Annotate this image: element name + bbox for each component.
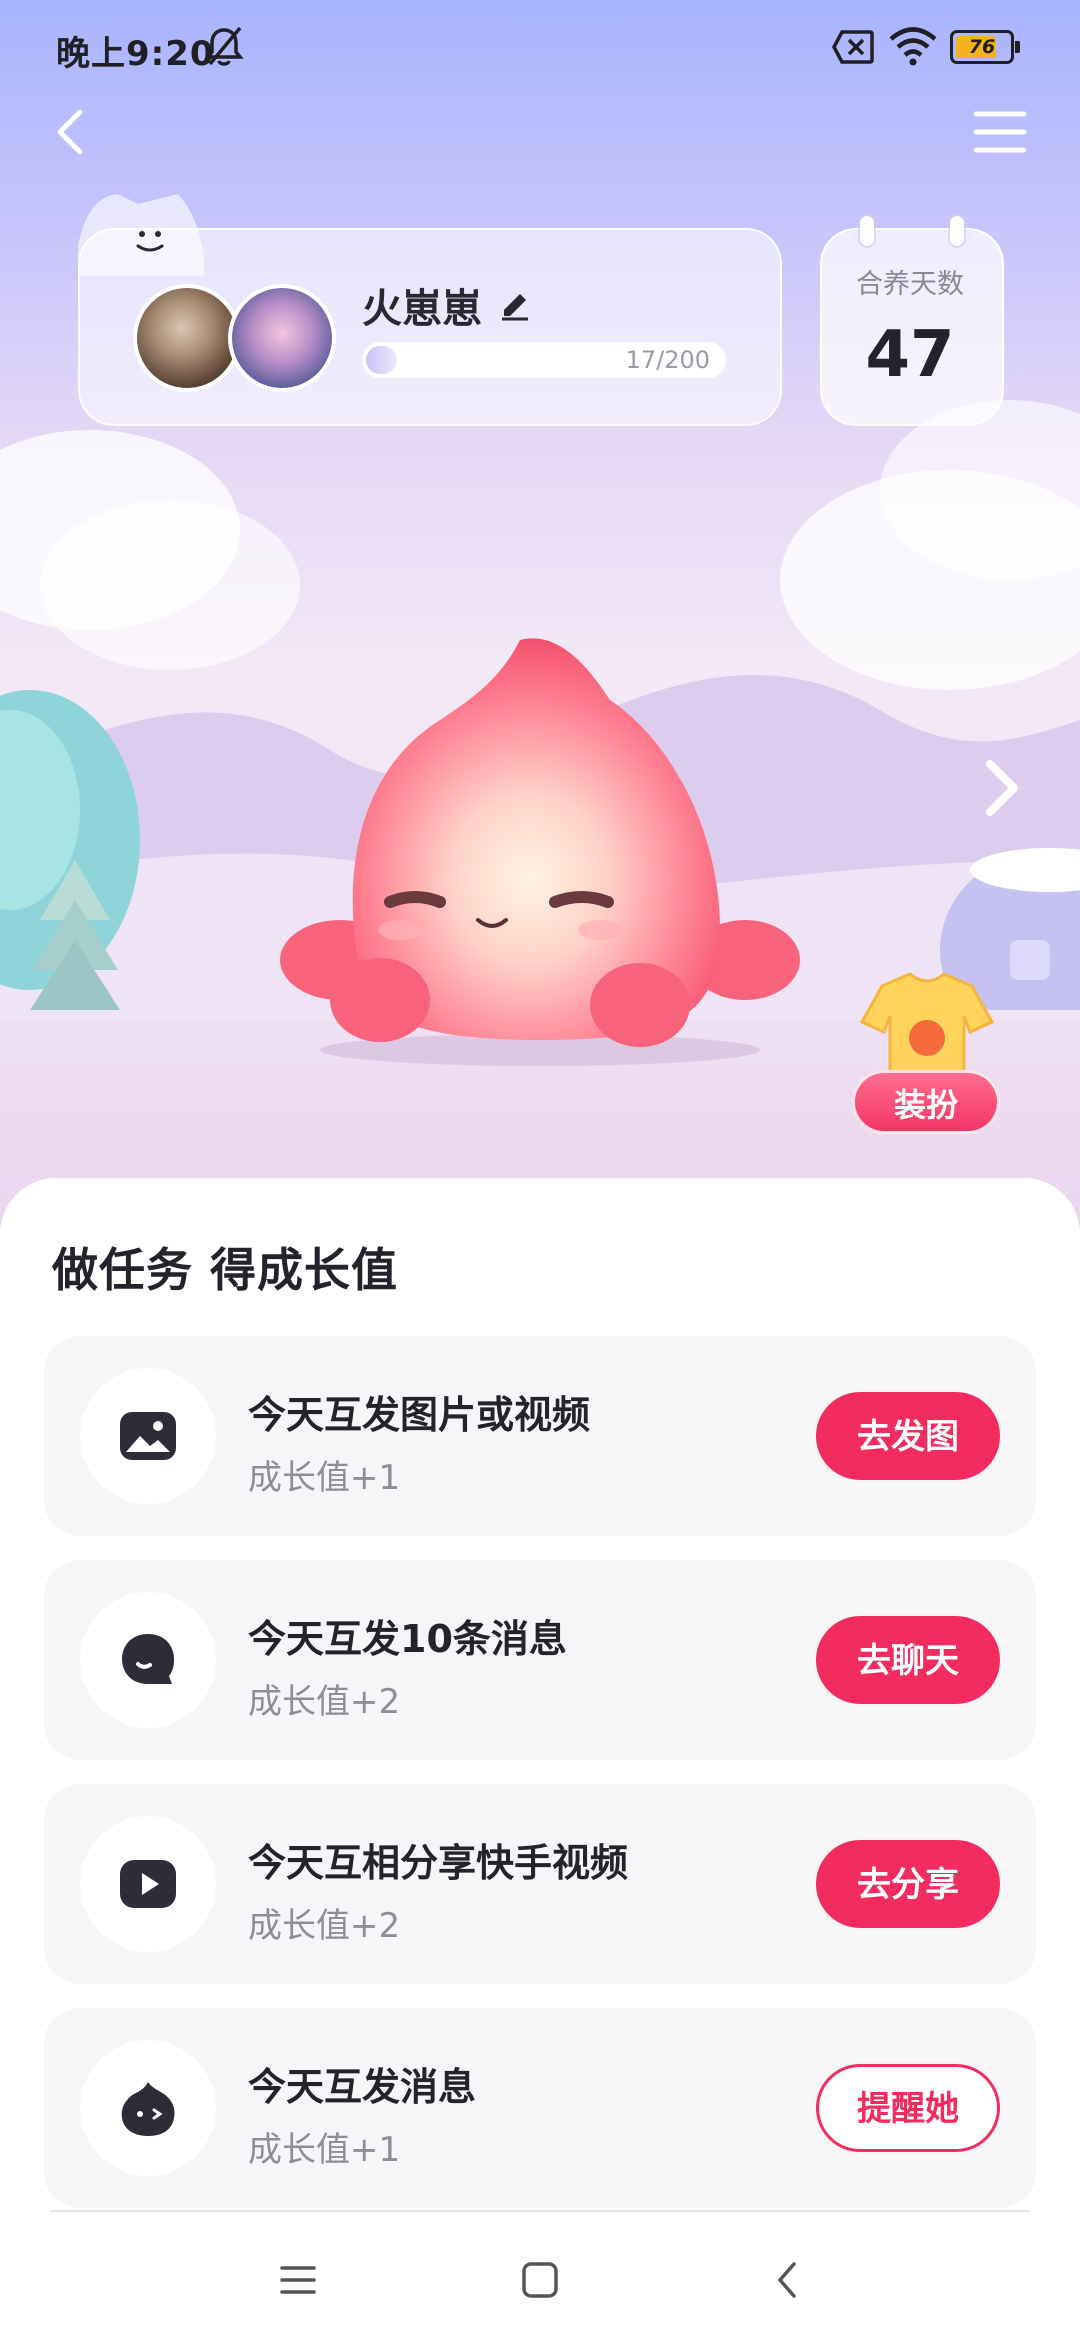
chat-bubble-icon	[122, 1634, 174, 1684]
task-reward: 成长值+1	[248, 2130, 401, 2170]
battery-icon: 76	[950, 30, 1020, 64]
pine-tree-decoration	[30, 860, 120, 1010]
task-icon-container	[80, 1592, 216, 1728]
bell-mute-icon	[204, 26, 244, 66]
task-title: 今天互发图片或视频	[248, 1393, 591, 1437]
task-icon-container	[80, 1816, 216, 1952]
dressup-button[interactable]: 装扮	[852, 1070, 1000, 1134]
cat-ear-decoration	[78, 194, 204, 276]
task-icon-container	[80, 1368, 216, 1504]
pet-face-icon	[121, 2082, 175, 2136]
chevron-left-icon[interactable]	[44, 100, 104, 164]
growth-progress-text: 17/200	[625, 346, 710, 374]
chevron-right-icon[interactable]	[980, 758, 1024, 818]
play-video-icon	[120, 1860, 176, 1908]
task-card-share-video: 今天互相分享快手视频 成长值+2 去分享	[44, 1784, 1036, 1984]
growth-progress-bar: 17/200	[362, 342, 726, 378]
task-title: 今天互发消息	[248, 2065, 477, 2109]
task-card-send-messages: 今天互发10条消息 成长值+2 去聊天	[44, 1560, 1036, 1760]
edit-pencil-icon[interactable]	[498, 288, 532, 322]
days-together-label: 合养天数	[856, 269, 964, 300]
tasks-title: 做任务 得成长值	[52, 1243, 399, 1297]
go-share-button[interactable]: 去分享	[816, 1840, 1000, 1928]
pet-name: 火崽崽	[362, 286, 482, 332]
image-icon	[120, 1412, 176, 1460]
system-nav-bar	[0, 2212, 1080, 2340]
task-icon-container	[80, 2040, 216, 2176]
remind-her-button[interactable]: 提醒她	[816, 2064, 1000, 2152]
back-nav-icon[interactable]	[764, 2256, 812, 2304]
wifi-icon	[889, 27, 937, 66]
user-avatar[interactable]	[133, 284, 241, 392]
menu-nav-icon[interactable]	[274, 2256, 322, 2304]
task-card-send-media: 今天互发图片或视频 成长值+1 去发图	[44, 1336, 1036, 1536]
days-together-value: 47	[865, 318, 955, 392]
task-reward: 成长值+2	[248, 1906, 401, 1946]
battery-percent: 76	[968, 36, 996, 58]
status-bar: 晚上9:20 76	[0, 0, 1080, 100]
task-title: 今天互发10条消息	[248, 1617, 567, 1661]
sim-x-icon	[832, 30, 874, 64]
growth-progress-fill	[366, 346, 397, 374]
pet-character[interactable]	[270, 630, 810, 1070]
task-title: 今天互相分享快手视频	[248, 1841, 629, 1885]
task-card-remind: 今天互发消息 成长值+1 提醒她	[44, 2008, 1036, 2208]
hamburger-menu-icon[interactable]	[970, 106, 1030, 158]
home-nav-icon[interactable]	[516, 2256, 564, 2304]
task-reward: 成长值+1	[248, 1458, 401, 1498]
task-reward: 成长值+2	[248, 1682, 401, 1722]
go-chat-button[interactable]: 去聊天	[816, 1616, 1000, 1704]
send-image-button[interactable]: 去发图	[816, 1392, 1000, 1480]
status-time: 晚上9:20	[56, 34, 215, 74]
partner-avatar[interactable]	[228, 284, 336, 392]
